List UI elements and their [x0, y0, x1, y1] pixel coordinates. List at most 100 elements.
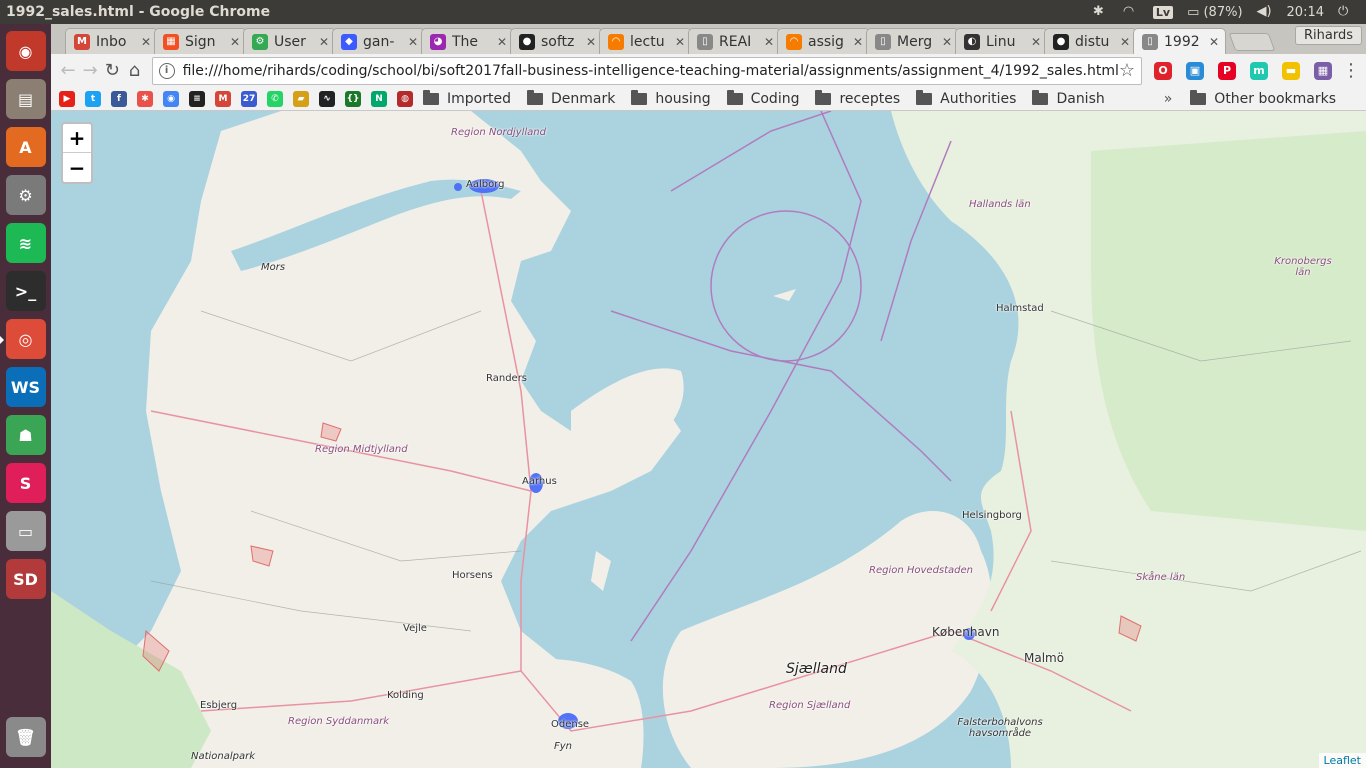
- map[interactable]: Region Nordjylland Aalborg Mors Randers …: [51, 111, 1366, 768]
- tab-close-icon[interactable]: ✕: [942, 35, 952, 49]
- stack-icon[interactable]: ≡: [189, 90, 205, 107]
- notes-ext-icon[interactable]: ▬: [1282, 61, 1300, 80]
- tab-label: softz: [541, 33, 575, 50]
- bookmark-folder-imported[interactable]: Imported: [423, 89, 511, 107]
- tab-close-icon[interactable]: ✕: [1031, 35, 1041, 49]
- reload-button[interactable]: ↻: [101, 57, 123, 85]
- ubuntu-dash-icon[interactable]: ◉: [5, 31, 46, 71]
- maps-pin-icon[interactable]: ◉: [163, 90, 179, 107]
- window-ext-icon[interactable]: ▣: [1186, 61, 1204, 80]
- facebook-icon[interactable]: f: [111, 90, 127, 107]
- bookmarks-overflow-button[interactable]: »: [1164, 91, 1173, 107]
- files-icon[interactable]: ▤: [5, 79, 46, 119]
- other-bookmarks[interactable]: Other bookmarks: [1190, 89, 1336, 107]
- tab-close-icon[interactable]: ✕: [764, 35, 774, 49]
- bookmark-folder-housing[interactable]: housing: [631, 89, 711, 107]
- n-icon[interactable]: N: [371, 90, 387, 107]
- chrome-menu-icon[interactable]: ⋮: [1342, 61, 1360, 80]
- wave-icon[interactable]: ∿: [319, 90, 335, 107]
- bookmark-folder-receptes[interactable]: receptes: [815, 89, 900, 107]
- keyboard-layout-badge[interactable]: Lv: [1152, 5, 1174, 19]
- tab-close-icon[interactable]: ✕: [319, 35, 329, 49]
- asterisk-icon[interactable]: ✱: [137, 90, 153, 107]
- volume-icon[interactable]: ◀): [1257, 4, 1273, 20]
- tab-0[interactable]: M Inbo ✕: [65, 28, 158, 54]
- tab-close-icon[interactable]: ✕: [1209, 35, 1219, 49]
- profile-button[interactable]: Rihards: [1295, 26, 1362, 45]
- forward-button[interactable]: →: [79, 57, 101, 85]
- slack-icon[interactable]: S: [5, 463, 46, 503]
- turtle-icon[interactable]: ☗: [5, 415, 46, 455]
- twitter-icon[interactable]: t: [85, 90, 101, 107]
- tab-10[interactable]: ◐ Linu ✕: [955, 28, 1048, 54]
- power-icon[interactable]: ⏻: [1338, 4, 1354, 20]
- code-icon[interactable]: {}: [345, 90, 361, 107]
- land-sjaelland: [662, 511, 992, 768]
- tab-close-icon[interactable]: ✕: [675, 35, 685, 49]
- tab-5[interactable]: ● softz ✕: [510, 28, 603, 54]
- trash-icon[interactable]: 🗑: [5, 717, 46, 757]
- terminal-icon[interactable]: >_: [5, 271, 46, 311]
- youtube-icon[interactable]: ▶: [59, 90, 75, 107]
- settings-indicator-icon[interactable]: ✱: [1093, 4, 1109, 20]
- car-icon[interactable]: ▰: [293, 90, 309, 107]
- sd-card-icon[interactable]: SD: [5, 559, 46, 599]
- tab-close-icon[interactable]: ✕: [141, 35, 151, 49]
- whatsapp-icon[interactable]: ✆: [267, 90, 283, 107]
- label-mors: Mors: [261, 262, 286, 273]
- tab-close-icon[interactable]: ✕: [1120, 35, 1130, 49]
- grid-ext-icon[interactable]: ▦: [1314, 61, 1332, 80]
- tab-close-icon[interactable]: ✕: [497, 35, 507, 49]
- battery-status[interactable]: ▭ (87%): [1187, 5, 1242, 20]
- software-center-icon[interactable]: A: [5, 127, 46, 167]
- chrome-icon[interactable]: ◎: [0, 319, 46, 359]
- label-malmo: Malmö: [1024, 651, 1065, 665]
- bookmark-folder-danish[interactable]: Danish: [1032, 89, 1105, 107]
- globe-icon[interactable]: ◍: [397, 90, 413, 107]
- calendar-icon[interactable]: 27: [241, 90, 257, 107]
- spotify-icon[interactable]: ≋: [5, 223, 46, 263]
- bookmark-star-icon[interactable]: ☆: [1119, 60, 1135, 81]
- address-url[interactable]: file:///home/rihards/coding/school/bi/so…: [183, 63, 1119, 79]
- tab-1[interactable]: ▦ Sign ✕: [154, 28, 247, 54]
- tab-strip: M Inbo ✕ ▦ Sign ✕ ⚙ User ✕ ◆ gan- ✕ ◕ The ✕ ● softz ✕ ◠ le…: [51, 24, 1366, 54]
- label-aarhus: Aarhus: [522, 476, 557, 487]
- sales-dot-aalborg-2[interactable]: [454, 183, 462, 191]
- zoom-out-button[interactable]: −: [63, 153, 91, 182]
- attribution-link[interactable]: Leaflet: [1318, 753, 1366, 768]
- tab-9[interactable]: ▯ Merg ✕: [866, 28, 959, 54]
- tab-4[interactable]: ◕ The ✕: [421, 28, 514, 54]
- m-ext-icon[interactable]: m: [1250, 61, 1268, 80]
- wifi-icon[interactable]: ◠: [1123, 4, 1139, 20]
- tab-close-icon[interactable]: ✕: [586, 35, 596, 49]
- tab-close-icon[interactable]: ✕: [853, 35, 863, 49]
- tab-12[interactable]: ▯ 1992 ✕: [1133, 28, 1226, 54]
- bookmark-folder-coding[interactable]: Coding: [726, 89, 799, 107]
- tab-6[interactable]: ◠ lectu ✕: [599, 28, 692, 54]
- drive-icon[interactable]: ▭: [5, 511, 46, 551]
- bookmark-folder-authorities[interactable]: Authorities: [916, 89, 1016, 107]
- opera-ext-icon[interactable]: O: [1154, 61, 1172, 80]
- panel-indicators: ✱ ◠ Lv ▭ (87%) ◀) 20:14 ⏻: [1093, 4, 1366, 20]
- bookmark-folder-denmark[interactable]: Denmark: [526, 89, 615, 107]
- tab-2[interactable]: ⚙ User ✕: [243, 28, 336, 54]
- zoom-in-button[interactable]: +: [63, 124, 91, 153]
- home-button[interactable]: ⌂: [123, 57, 145, 85]
- webstorm-icon[interactable]: WS: [5, 367, 46, 407]
- tab-close-icon[interactable]: ✕: [408, 35, 418, 49]
- address-bar[interactable]: i file:///home/rihards/coding/school/bi/…: [151, 56, 1142, 85]
- tab-11[interactable]: ● distu ✕: [1044, 28, 1137, 54]
- label-horsens: Horsens: [452, 570, 493, 581]
- clock[interactable]: 20:14: [1287, 5, 1324, 20]
- tab-7[interactable]: ▯ REAI ✕: [688, 28, 781, 54]
- tab-8[interactable]: ◠ assig ✕: [777, 28, 870, 54]
- tab-3[interactable]: ◆ gan- ✕: [332, 28, 425, 54]
- info-icon[interactable]: i: [158, 62, 175, 79]
- system-settings-icon[interactable]: ⚙: [5, 175, 46, 215]
- tab-label: lectu: [630, 33, 665, 50]
- gmail-icon[interactable]: M: [215, 90, 231, 107]
- pinterest-ext-icon[interactable]: P: [1218, 61, 1236, 80]
- tab-close-icon[interactable]: ✕: [230, 35, 240, 49]
- new-tab-button[interactable]: [1228, 33, 1276, 51]
- back-button[interactable]: ←: [57, 57, 79, 85]
